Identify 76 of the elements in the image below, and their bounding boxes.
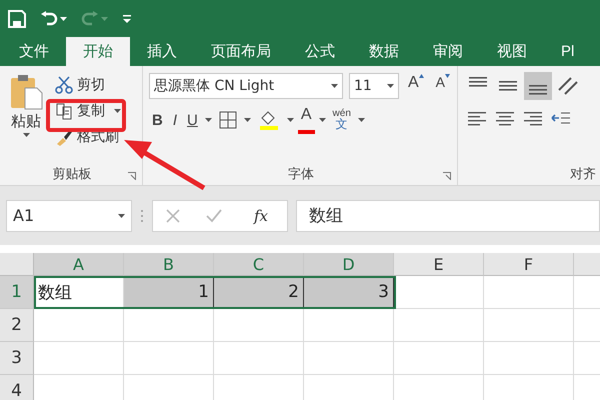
align-icon: [523, 110, 543, 126]
group-label: 剪贴板: [52, 166, 92, 183]
align-icon: [499, 81, 517, 91]
ribbon-tab[interactable]: Pl: [544, 37, 592, 66]
borders-icon: [218, 111, 237, 129]
grip-icon: [140, 208, 144, 222]
column-header[interactable]: A: [34, 253, 124, 276]
phonetic-button[interactable]: wén 文: [330, 106, 354, 134]
column-header[interactable]: B: [124, 253, 214, 276]
column-header[interactable]: D: [304, 253, 394, 276]
scissors-icon: [55, 76, 73, 94]
name-box[interactable]: A1: [6, 200, 132, 232]
caret-icon: [204, 118, 212, 122]
customize-button[interactable]: [122, 14, 132, 24]
save-button[interactable]: [8, 10, 26, 28]
dialog-launcher-icon[interactable]: [128, 172, 136, 180]
save-icon: [8, 10, 26, 28]
dialog-launcher-icon[interactable]: [443, 172, 451, 180]
caret-icon: [60, 16, 67, 20]
caret-icon: [318, 118, 326, 122]
caret-icon: [358, 118, 365, 122]
row-header[interactable]: 4: [0, 375, 34, 400]
align-icon: [529, 85, 547, 95]
ribbon-tab[interactable]: 开始: [66, 37, 130, 66]
font-style-button[interactable]: I: [170, 106, 180, 134]
undo-icon: [40, 10, 58, 26]
cut-button[interactable]: 剪切: [52, 72, 122, 98]
row-header[interactable]: 3: [0, 342, 34, 375]
column-header[interactable]: C: [214, 253, 304, 276]
column-header[interactable]: F: [484, 253, 574, 276]
customize-icon: [122, 14, 132, 24]
caret-icon: [101, 16, 108, 20]
ribbon-tab[interactable]: 文件: [2, 37, 66, 66]
formula-field[interactable]: 数组: [296, 200, 600, 232]
redo-icon: [81, 10, 99, 26]
align-icon: [467, 110, 487, 126]
grow-font-button[interactable]: A: [404, 72, 427, 100]
down-triangle-icon: [445, 74, 450, 78]
angled-text-icon: [557, 76, 579, 96]
font-style-button[interactable]: U: [184, 106, 201, 134]
font-name-dropdown[interactable]: 思源黑体 CN Light: [149, 73, 343, 99]
caret-icon: [22, 133, 30, 137]
row-header[interactable]: 1: [0, 276, 34, 309]
caret-icon: [386, 84, 394, 88]
caret-icon: [114, 109, 121, 113]
ribbon-tab[interactable]: 数据: [352, 37, 416, 66]
indent-icon: [551, 110, 571, 126]
caret-icon: [118, 214, 125, 218]
caret-icon: [286, 118, 294, 122]
paint-bucket-icon: [258, 109, 280, 131]
ribbon-tab[interactable]: 审阅: [416, 37, 480, 66]
font-size-dropdown[interactable]: 11: [348, 73, 399, 99]
vertical-align-button[interactable]: [524, 72, 552, 100]
check-icon[interactable]: [206, 208, 222, 222]
copy-button[interactable]: 复制: [52, 98, 108, 124]
ribbon-tab[interactable]: 页面布局: [194, 37, 288, 66]
row-header[interactable]: 2: [0, 309, 34, 342]
align-icon: [469, 77, 487, 87]
shrink-font-button[interactable]: A: [432, 72, 453, 100]
undo-button[interactable]: [40, 10, 67, 26]
font-style-button[interactable]: B: [149, 106, 166, 134]
ribbon-tab[interactable]: 插入: [130, 37, 194, 66]
up-triangle-icon: [418, 74, 424, 78]
paste-button[interactable]: 粘贴: [6, 72, 46, 163]
ribbon-tab[interactable]: 视图: [480, 37, 544, 66]
font-color-button[interactable]: A: [298, 106, 315, 134]
group-label: 对齐: [570, 166, 596, 183]
insert-function-button[interactable]: fx: [248, 206, 274, 226]
caret-icon: [244, 118, 251, 122]
caret-icon: [330, 84, 338, 88]
column-header[interactable]: E: [394, 253, 484, 276]
ribbon-tab[interactable]: 公式: [288, 37, 352, 66]
group-label: 字体: [288, 166, 314, 183]
align-icon: [495, 110, 515, 126]
copy-icon: [55, 102, 73, 120]
clipboard-icon: [9, 74, 43, 110]
